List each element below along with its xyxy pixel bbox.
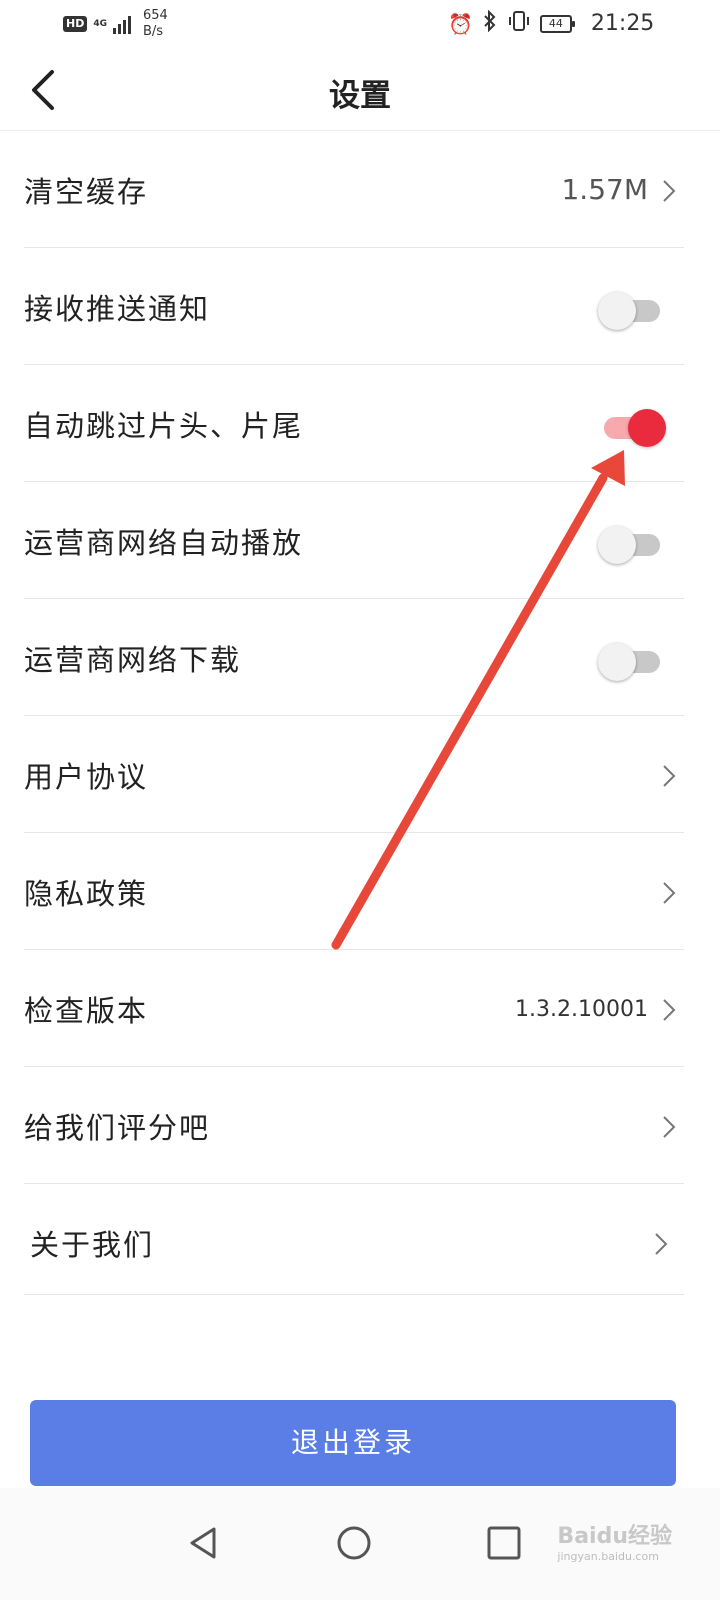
header: 设置	[0, 50, 720, 131]
cache-size: 1.57M	[561, 173, 648, 206]
setting-label: 运营商网络下载	[24, 643, 242, 677]
chevron-right-icon	[663, 882, 676, 904]
setting-cellular-download: 运营商网络下载	[24, 599, 684, 716]
speed-unit: B/s	[143, 24, 164, 39]
version-number: 1.3.2.10001	[515, 997, 648, 1022]
bluetooth-icon	[482, 9, 498, 37]
toggle-knob	[598, 292, 636, 330]
network-type: 4G	[93, 19, 107, 29]
setting-label: 自动跳过片头、片尾	[24, 409, 304, 443]
network-speed: 654 B/s	[143, 8, 168, 40]
setting-skip-intro-outro: 自动跳过片头、片尾	[24, 365, 684, 482]
signal-icon	[113, 14, 131, 34]
logout-button[interactable]: 退出登录	[30, 1400, 676, 1486]
chevron-right-icon	[663, 180, 676, 202]
system-nav-bar: Baidu经验 jingyan.baidu.com	[0, 1488, 720, 1600]
setting-check-version[interactable]: 检查版本 1.3.2.10001	[24, 950, 684, 1067]
skip-intro-outro-toggle[interactable]	[598, 405, 666, 447]
status-bar: HD 4G 654 B/s ⏰ 44 21:25	[0, 0, 720, 50]
hd-badge: HD	[63, 16, 88, 32]
setting-label: 运营商网络自动播放	[24, 526, 304, 560]
setting-label: 关于我们	[30, 1228, 155, 1262]
alarm-icon: ⏰	[448, 11, 473, 36]
setting-about-us[interactable]: 关于我们	[24, 1184, 684, 1295]
page-title: 设置	[329, 78, 391, 114]
status-right: ⏰ 44 21:25	[448, 9, 655, 37]
nav-recents-icon[interactable]	[484, 1523, 524, 1563]
battery-icon: 44	[539, 14, 575, 33]
setting-label: 检查版本	[24, 994, 149, 1028]
toggle-knob	[628, 409, 666, 447]
clock: 21:25	[590, 11, 655, 36]
setting-push-notifications: 接收推送通知	[24, 248, 684, 365]
chevron-right-icon	[655, 1233, 668, 1255]
push-notifications-toggle[interactable]	[598, 288, 662, 330]
setting-user-agreement[interactable]: 用户协议	[24, 716, 684, 833]
chevron-right-icon	[663, 999, 676, 1021]
cellular-autoplay-toggle[interactable]	[598, 522, 662, 564]
setting-label: 接收推送通知	[24, 292, 211, 326]
watermark-brand: Baidu经验	[557, 1524, 672, 1549]
cellular-download-toggle[interactable]	[598, 639, 662, 681]
status-left: HD 4G 654 B/s	[63, 8, 168, 40]
setting-privacy-policy[interactable]: 隐私政策	[24, 833, 684, 950]
setting-label: 用户协议	[24, 760, 149, 794]
nav-back-icon[interactable]	[184, 1523, 224, 1563]
setting-label: 隐私政策	[24, 877, 149, 911]
vibrate-icon	[507, 10, 531, 37]
setting-clear-cache[interactable]: 清空缓存 1.57M	[24, 131, 684, 248]
setting-label: 清空缓存	[24, 175, 149, 209]
toggle-knob	[598, 526, 636, 564]
setting-rate-us[interactable]: 给我们评分吧	[24, 1067, 684, 1184]
chevron-right-icon	[663, 765, 676, 787]
settings-list: 清空缓存 1.57M 接收推送通知 自动跳过片头、片尾 运营商网络自动播放 运营…	[24, 131, 684, 1295]
nav-home-icon[interactable]	[334, 1523, 374, 1563]
toggle-knob	[598, 643, 636, 681]
speed-value: 654	[143, 8, 168, 23]
setting-cellular-autoplay: 运营商网络自动播放	[24, 482, 684, 599]
setting-label: 给我们评分吧	[24, 1111, 211, 1145]
watermark: Baidu经验 jingyan.baidu.com	[557, 1518, 672, 1563]
watermark-url: jingyan.baidu.com	[557, 1550, 659, 1563]
chevron-right-icon	[663, 1116, 676, 1138]
